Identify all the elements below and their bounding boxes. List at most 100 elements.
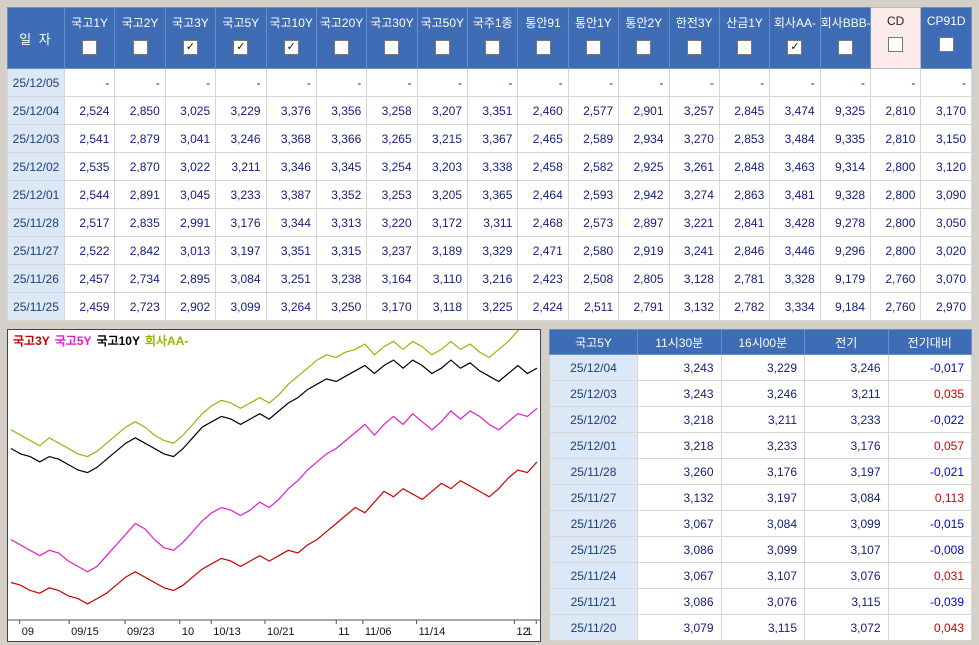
column-checkbox[interactable] bbox=[434, 40, 450, 56]
value-cell: 3,328 bbox=[769, 264, 821, 293]
value-cell: 3,070 bbox=[920, 264, 972, 293]
column-header-17[interactable]: CP91D bbox=[920, 7, 972, 69]
time1130-cell: 3,086 bbox=[637, 588, 722, 615]
value-cell: 3,352 bbox=[315, 180, 368, 209]
column-header-4[interactable]: 국고10Y ✓ bbox=[265, 7, 317, 69]
x-tick-label: 09/23 bbox=[127, 626, 155, 638]
value-cell: 2,870 bbox=[114, 152, 166, 181]
column-checkbox[interactable] bbox=[636, 40, 652, 56]
column-header-6[interactable]: 국고30Y bbox=[366, 7, 418, 69]
column-header-1[interactable]: 국고2Y bbox=[114, 7, 166, 69]
time1130-cell: 3,079 bbox=[637, 614, 722, 641]
column-header-0[interactable]: 국고1Y bbox=[63, 7, 116, 69]
date-cell: 25/12/02 bbox=[7, 152, 65, 181]
time1130-cell: 3,132 bbox=[637, 484, 722, 511]
value-cell: 3,203 bbox=[416, 152, 469, 181]
value-cell: 3,225 bbox=[466, 292, 519, 321]
column-header-12[interactable]: 한전3Y bbox=[668, 7, 720, 69]
value-cell: 3,246 bbox=[215, 124, 267, 153]
column-label: 통안2Y bbox=[625, 16, 663, 30]
column-label: 국고20Y bbox=[319, 16, 364, 30]
value-cell: 3,045 bbox=[164, 180, 217, 209]
prev-cell: 3,233 bbox=[804, 406, 889, 433]
column-header-14[interactable]: 회사AA- ✓ bbox=[769, 7, 821, 69]
value-cell: - bbox=[718, 68, 771, 97]
column-header-11[interactable]: 통안2Y bbox=[618, 7, 670, 69]
date-cell: 25/12/03 bbox=[7, 124, 65, 153]
checkbox-wrap bbox=[821, 40, 869, 56]
value-cell: 3,474 bbox=[769, 96, 821, 125]
column-header-2[interactable]: 국고3Y ✓ bbox=[164, 7, 217, 69]
value-cell: 9,296 bbox=[819, 236, 872, 265]
time1600-cell: 3,107 bbox=[720, 562, 805, 589]
value-cell: 3,241 bbox=[668, 236, 720, 265]
column-checkbox[interactable] bbox=[837, 40, 853, 56]
value-cell: 3,172 bbox=[416, 208, 469, 237]
value-cell: 3,150 bbox=[920, 124, 972, 153]
change-cell: 0,035 bbox=[887, 380, 972, 407]
column-header-15[interactable]: 회사BBB- bbox=[819, 7, 872, 69]
column-header-5[interactable]: 국고20Y bbox=[315, 7, 368, 69]
value-cell: 9,328 bbox=[819, 180, 872, 209]
column-checkbox[interactable] bbox=[888, 37, 904, 53]
column-checkbox[interactable]: ✓ bbox=[787, 40, 803, 56]
prev-cell: 3,099 bbox=[804, 510, 889, 537]
date-cell: 25/11/26 bbox=[549, 510, 638, 537]
time1600-cell: 3,246 bbox=[720, 380, 805, 407]
value-cell: 3,367 bbox=[466, 124, 519, 153]
column-checkbox[interactable] bbox=[334, 40, 350, 56]
value-cell: 2,760 bbox=[869, 264, 922, 293]
column-header-3[interactable]: 국고5Y ✓ bbox=[215, 7, 267, 69]
value-cell: 2,541 bbox=[63, 124, 116, 153]
intraday-row: 25/12/03 3,243 3,246 3,211 0,035 bbox=[549, 380, 972, 407]
column-header-13[interactable]: 산금1Y bbox=[718, 7, 771, 69]
prev-cell: 3,076 bbox=[804, 562, 889, 589]
value-cell: 9,335 bbox=[819, 124, 872, 153]
value-cell: 2,423 bbox=[517, 264, 569, 293]
daily-rates-table: 일 자 국고1Y 국고2Y 국고3Y ✓ 국고5Y ✓ 국고10Y ✓ 국고20Y 국고30Y 국고5… bbox=[7, 7, 972, 321]
column-checkbox[interactable] bbox=[686, 40, 702, 56]
column-header-10[interactable]: 통안1Y bbox=[567, 7, 620, 69]
column-checkbox[interactable] bbox=[384, 40, 400, 56]
value-cell: - bbox=[567, 68, 620, 97]
value-cell: 3,022 bbox=[164, 152, 217, 181]
column-checkbox[interactable]: ✓ bbox=[283, 40, 299, 56]
prev-cell: 3,197 bbox=[804, 458, 889, 485]
column-header-9[interactable]: 통안91 bbox=[517, 7, 569, 69]
value-cell: 3,254 bbox=[366, 152, 418, 181]
column-checkbox[interactable]: ✓ bbox=[182, 40, 198, 56]
column-label: CP91D bbox=[926, 14, 966, 28]
column-checkbox[interactable]: ✓ bbox=[233, 40, 249, 56]
column-checkbox[interactable] bbox=[585, 40, 601, 56]
value-cell: 3,274 bbox=[668, 180, 720, 209]
value-cell: 3,311 bbox=[466, 208, 519, 237]
time1600-cell: 3,211 bbox=[720, 406, 805, 433]
value-cell: 2,800 bbox=[869, 208, 922, 237]
change-cell: 0,113 bbox=[887, 484, 972, 511]
column-header-7[interactable]: 국고50Y bbox=[416, 7, 469, 69]
value-cell: 2,424 bbox=[517, 292, 569, 321]
column-header-16[interactable]: CD bbox=[869, 7, 922, 69]
table-row: 25/12/03 2,541 2,879 3,041 3,246 3,368 3,366 3,… bbox=[7, 124, 972, 153]
value-cell: 3,084 bbox=[215, 264, 267, 293]
column-checkbox[interactable] bbox=[132, 40, 148, 56]
column-label: 통안91 bbox=[525, 16, 561, 30]
intraday-row: 25/11/25 3,086 3,099 3,107 -0,008 bbox=[549, 536, 972, 563]
column-header-8[interactable]: 국주1종 bbox=[466, 7, 519, 69]
value-cell: 3,216 bbox=[466, 264, 519, 293]
column-checkbox[interactable] bbox=[535, 40, 551, 56]
table-row: 25/11/26 2,457 2,734 2,895 3,084 3,251 3,238 3,… bbox=[7, 264, 972, 293]
column-label: 회사AA- bbox=[773, 16, 816, 30]
chart-series-0 bbox=[10, 461, 538, 605]
value-cell: - bbox=[668, 68, 720, 97]
column-checkbox[interactable] bbox=[938, 37, 954, 53]
prev-cell: 3,084 bbox=[804, 484, 889, 511]
column-checkbox[interactable] bbox=[82, 40, 98, 56]
checkbox-wrap bbox=[368, 40, 416, 56]
value-cell: 3,189 bbox=[416, 236, 469, 265]
checkbox-wrap bbox=[116, 40, 164, 56]
value-cell: 3,050 bbox=[920, 208, 972, 237]
value-cell: 3,229 bbox=[215, 96, 267, 125]
column-checkbox[interactable] bbox=[485, 40, 501, 56]
column-checkbox[interactable] bbox=[737, 40, 753, 56]
